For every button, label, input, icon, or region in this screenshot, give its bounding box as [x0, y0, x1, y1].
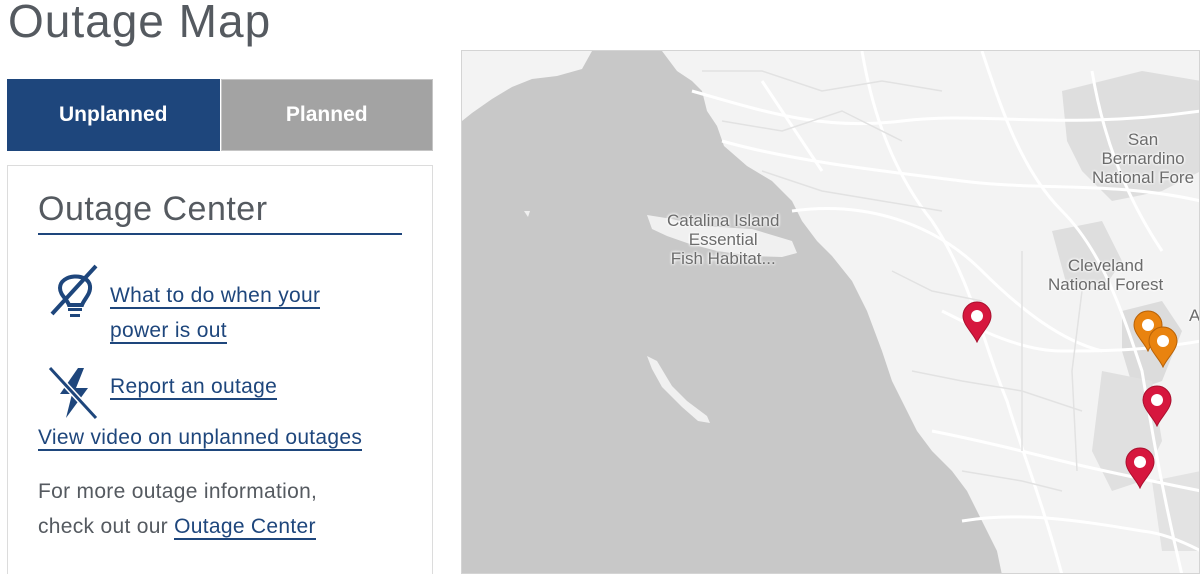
outage-center-panel: Outage Center What to do when your power… [7, 165, 433, 574]
unplanned-outage-pin[interactable] [1140, 385, 1174, 427]
lightbulb-off-icon [44, 262, 104, 329]
map-label-cleveland-line1: Cleveland [1067, 256, 1144, 275]
map-label-catalina-line1: Catalina Island [667, 211, 780, 230]
tab-planned[interactable]: Planned [220, 79, 433, 151]
power-out-link-line1[interactable]: What to do when your [110, 284, 321, 309]
outage-center-heading: Outage Center [38, 190, 402, 235]
map-label-cleveland-line2: National Forest [1048, 275, 1164, 294]
map-pin-icon [1125, 447, 1155, 489]
planned-outage-pin[interactable] [1146, 326, 1180, 368]
map-pin-icon [1148, 326, 1178, 368]
map-pin-icon [962, 301, 992, 343]
map-label-cleveland: Cleveland National Forest [1048, 256, 1163, 294]
more-info-line2: check out our [38, 515, 175, 538]
page-title: Outage Map [8, 0, 272, 47]
more-info-line1: For more outage information, [38, 480, 318, 503]
map-label-catalina-line2: Essential [688, 230, 758, 249]
map-label-sb-line3: National Fore [1092, 168, 1195, 187]
map-label-sb-line1: San [1127, 130, 1159, 149]
map-terrain [462, 51, 1199, 573]
map-label-catalina: Catalina Island Essential Fish Habitat..… [667, 211, 779, 268]
unplanned-outage-pin[interactable] [1123, 447, 1157, 489]
unplanned-outage-pin[interactable] [960, 301, 994, 343]
power-out-link[interactable]: What to do when your power is out [110, 278, 350, 348]
map-label-partial-a: A [1189, 306, 1200, 325]
report-outage-link[interactable]: Report an outage [110, 375, 278, 400]
outage-center-link[interactable]: Outage Center [174, 515, 316, 540]
more-info-text: For more outage information, check out o… [38, 474, 317, 544]
outage-map[interactable]: Catalina Island Essential Fish Habitat..… [461, 50, 1200, 574]
unplanned-video-link[interactable]: View video on unplanned outages [38, 426, 363, 451]
map-pin-icon [1142, 385, 1172, 427]
tab-unplanned[interactable]: Unplanned [7, 79, 220, 151]
map-label-san-bernardino: San Bernardino National Fore [1092, 130, 1194, 187]
lightning-off-icon [44, 364, 104, 427]
outage-type-tabs: Unplanned Planned [7, 79, 433, 151]
map-label-sb-line2: Bernardino [1101, 149, 1185, 168]
map-label-catalina-line3: Fish Habitat... [670, 249, 776, 268]
power-out-link-line2[interactable]: power is out [110, 319, 227, 344]
